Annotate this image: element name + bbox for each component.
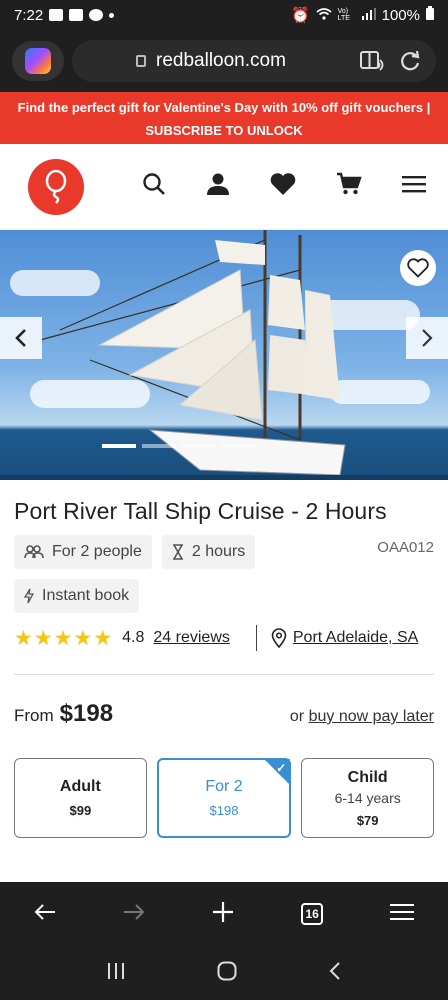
network-type: Vo) LTE: [337, 8, 350, 22]
product-details: Port River Tall Ship Cruise - 2 Hours Fo…: [0, 498, 448, 838]
option-for-2[interactable]: ✓ For 2 $198: [156, 758, 292, 838]
system-nav-bar: [0, 946, 448, 1000]
carousel-dot[interactable]: [222, 444, 256, 448]
product-code: OAA012: [377, 539, 434, 556]
rating-row: ★ ★ ★ ★ ★ 4.8 24 reviews Port Adelaide, …: [14, 625, 434, 651]
promo-message: Find the perfect gift for Valentine's Da…: [17, 100, 431, 115]
copilot-icon: [25, 48, 51, 74]
subscribe-link[interactable]: SUBSCRIBE TO UNLOCK: [0, 119, 448, 142]
hourglass-icon: [172, 544, 183, 560]
people-tag-label: For 2 people: [52, 543, 142, 560]
from-label: From: [14, 706, 54, 725]
option-price: $198: [209, 803, 239, 818]
option-price: $99: [69, 803, 92, 818]
cart-icon[interactable]: [336, 172, 362, 201]
home-icon[interactable]: [217, 961, 237, 986]
tags-row-2: Instant book: [14, 579, 434, 613]
lock-icon: [136, 55, 146, 67]
check-icon: ✓: [276, 761, 287, 775]
browser-bottom-nav: 16: [0, 882, 448, 946]
carousel-prev-button[interactable]: [0, 317, 42, 359]
star-icon: ★: [93, 626, 113, 650]
star-icon: ★: [53, 626, 73, 650]
divider: [255, 625, 257, 651]
instant-book-tag: Instant book: [14, 579, 140, 613]
redballoon-logo[interactable]: [28, 158, 84, 215]
buy-now-pay-later-link[interactable]: buy now pay later: [309, 708, 434, 725]
battery-icon: [426, 6, 434, 24]
option-child[interactable]: Child 6-14 years $79: [301, 758, 435, 838]
star-icon: ★: [14, 626, 33, 650]
menu-icon[interactable]: [402, 174, 426, 199]
promo-banner[interactable]: Find the perfect gift for Valentine's Da…: [0, 92, 448, 144]
carousel-dot[interactable]: [142, 444, 176, 448]
duration-tag-label: 2 hours: [191, 543, 246, 560]
status-bar: 7:22 ⏰ Vo) LTE 100%: [0, 0, 448, 30]
rating-value: 4.8: [122, 629, 145, 646]
favourite-button[interactable]: [400, 250, 436, 286]
alarm-icon: ⏰: [290, 7, 310, 24]
carousel-dot[interactable]: [182, 444, 216, 448]
price-row: From $198 or buy now pay later: [14, 700, 434, 728]
option-subtitle: 6-14 years: [334, 789, 401, 806]
option-label: For 2: [205, 778, 243, 795]
battery-level: 100%: [381, 6, 420, 24]
user-icon[interactable]: [206, 172, 230, 201]
gallery-icon: [49, 9, 64, 21]
people-icon: [24, 545, 44, 559]
hero-carousel[interactable]: [0, 230, 448, 480]
people-tag: For 2 people: [14, 535, 152, 569]
recent-apps-icon[interactable]: [106, 962, 126, 985]
snapchat-icon: [89, 9, 104, 21]
location-link[interactable]: Port Adelaide, SA: [293, 629, 418, 647]
browser-toolbar: redballoon.com: [0, 30, 448, 92]
carousel-indicators: [102, 444, 256, 448]
browser-menu-icon[interactable]: [390, 903, 415, 926]
url-text: redballoon.com: [156, 50, 286, 71]
read-aloud-icon[interactable]: [358, 49, 386, 73]
heart-icon[interactable]: [270, 172, 296, 201]
pay-later-text: or buy now pay later: [290, 708, 434, 726]
search-icon[interactable]: [142, 172, 166, 201]
option-label: Child: [347, 768, 388, 786]
reviews-link[interactable]: 24 reviews: [153, 629, 229, 647]
refresh-icon[interactable]: [396, 49, 424, 73]
copilot-button[interactable]: [12, 41, 64, 81]
forward-arrow-icon[interactable]: [123, 903, 145, 926]
lightning-icon: [24, 588, 34, 604]
option-label: Adult: [59, 778, 101, 795]
status-time: 7:22: [14, 6, 44, 24]
instant-book-label: Instant book: [42, 587, 130, 604]
product-title: Port River Tall Ship Cruise - 2 Hours: [14, 498, 387, 524]
pay-later-prefix: or: [289, 708, 305, 725]
wifi-icon: [316, 7, 332, 24]
option-price: $79: [356, 812, 379, 828]
address-bar[interactable]: redballoon.com: [72, 40, 436, 82]
star-rating: ★ ★ ★ ★ ★: [14, 628, 112, 649]
section-divider: [14, 674, 434, 675]
site-header: [0, 144, 448, 230]
tabs-button[interactable]: 16: [301, 903, 324, 925]
price-value: $198: [59, 700, 114, 727]
carousel-next-button[interactable]: [406, 317, 448, 359]
tags-row: For 2 people 2 hours OAA012: [14, 535, 434, 569]
new-tab-icon[interactable]: [212, 901, 234, 928]
option-adult[interactable]: Adult $99: [14, 758, 147, 838]
option-selector: Adult $99 ✓ For 2 $198 Child 6-14 years …: [14, 758, 435, 838]
star-icon: ★: [33, 626, 53, 650]
more-notifications-icon: [109, 12, 115, 18]
tall-ship-illustration: [0, 230, 448, 480]
carousel-dot[interactable]: [102, 444, 136, 448]
mail-icon: [69, 9, 84, 21]
duration-tag: 2 hours: [161, 535, 256, 569]
system-back-icon[interactable]: [328, 961, 342, 986]
signal-icon: [361, 7, 376, 24]
back-arrow-icon[interactable]: [34, 903, 56, 926]
star-icon: ★: [73, 626, 93, 650]
location-pin-icon: [271, 628, 287, 648]
